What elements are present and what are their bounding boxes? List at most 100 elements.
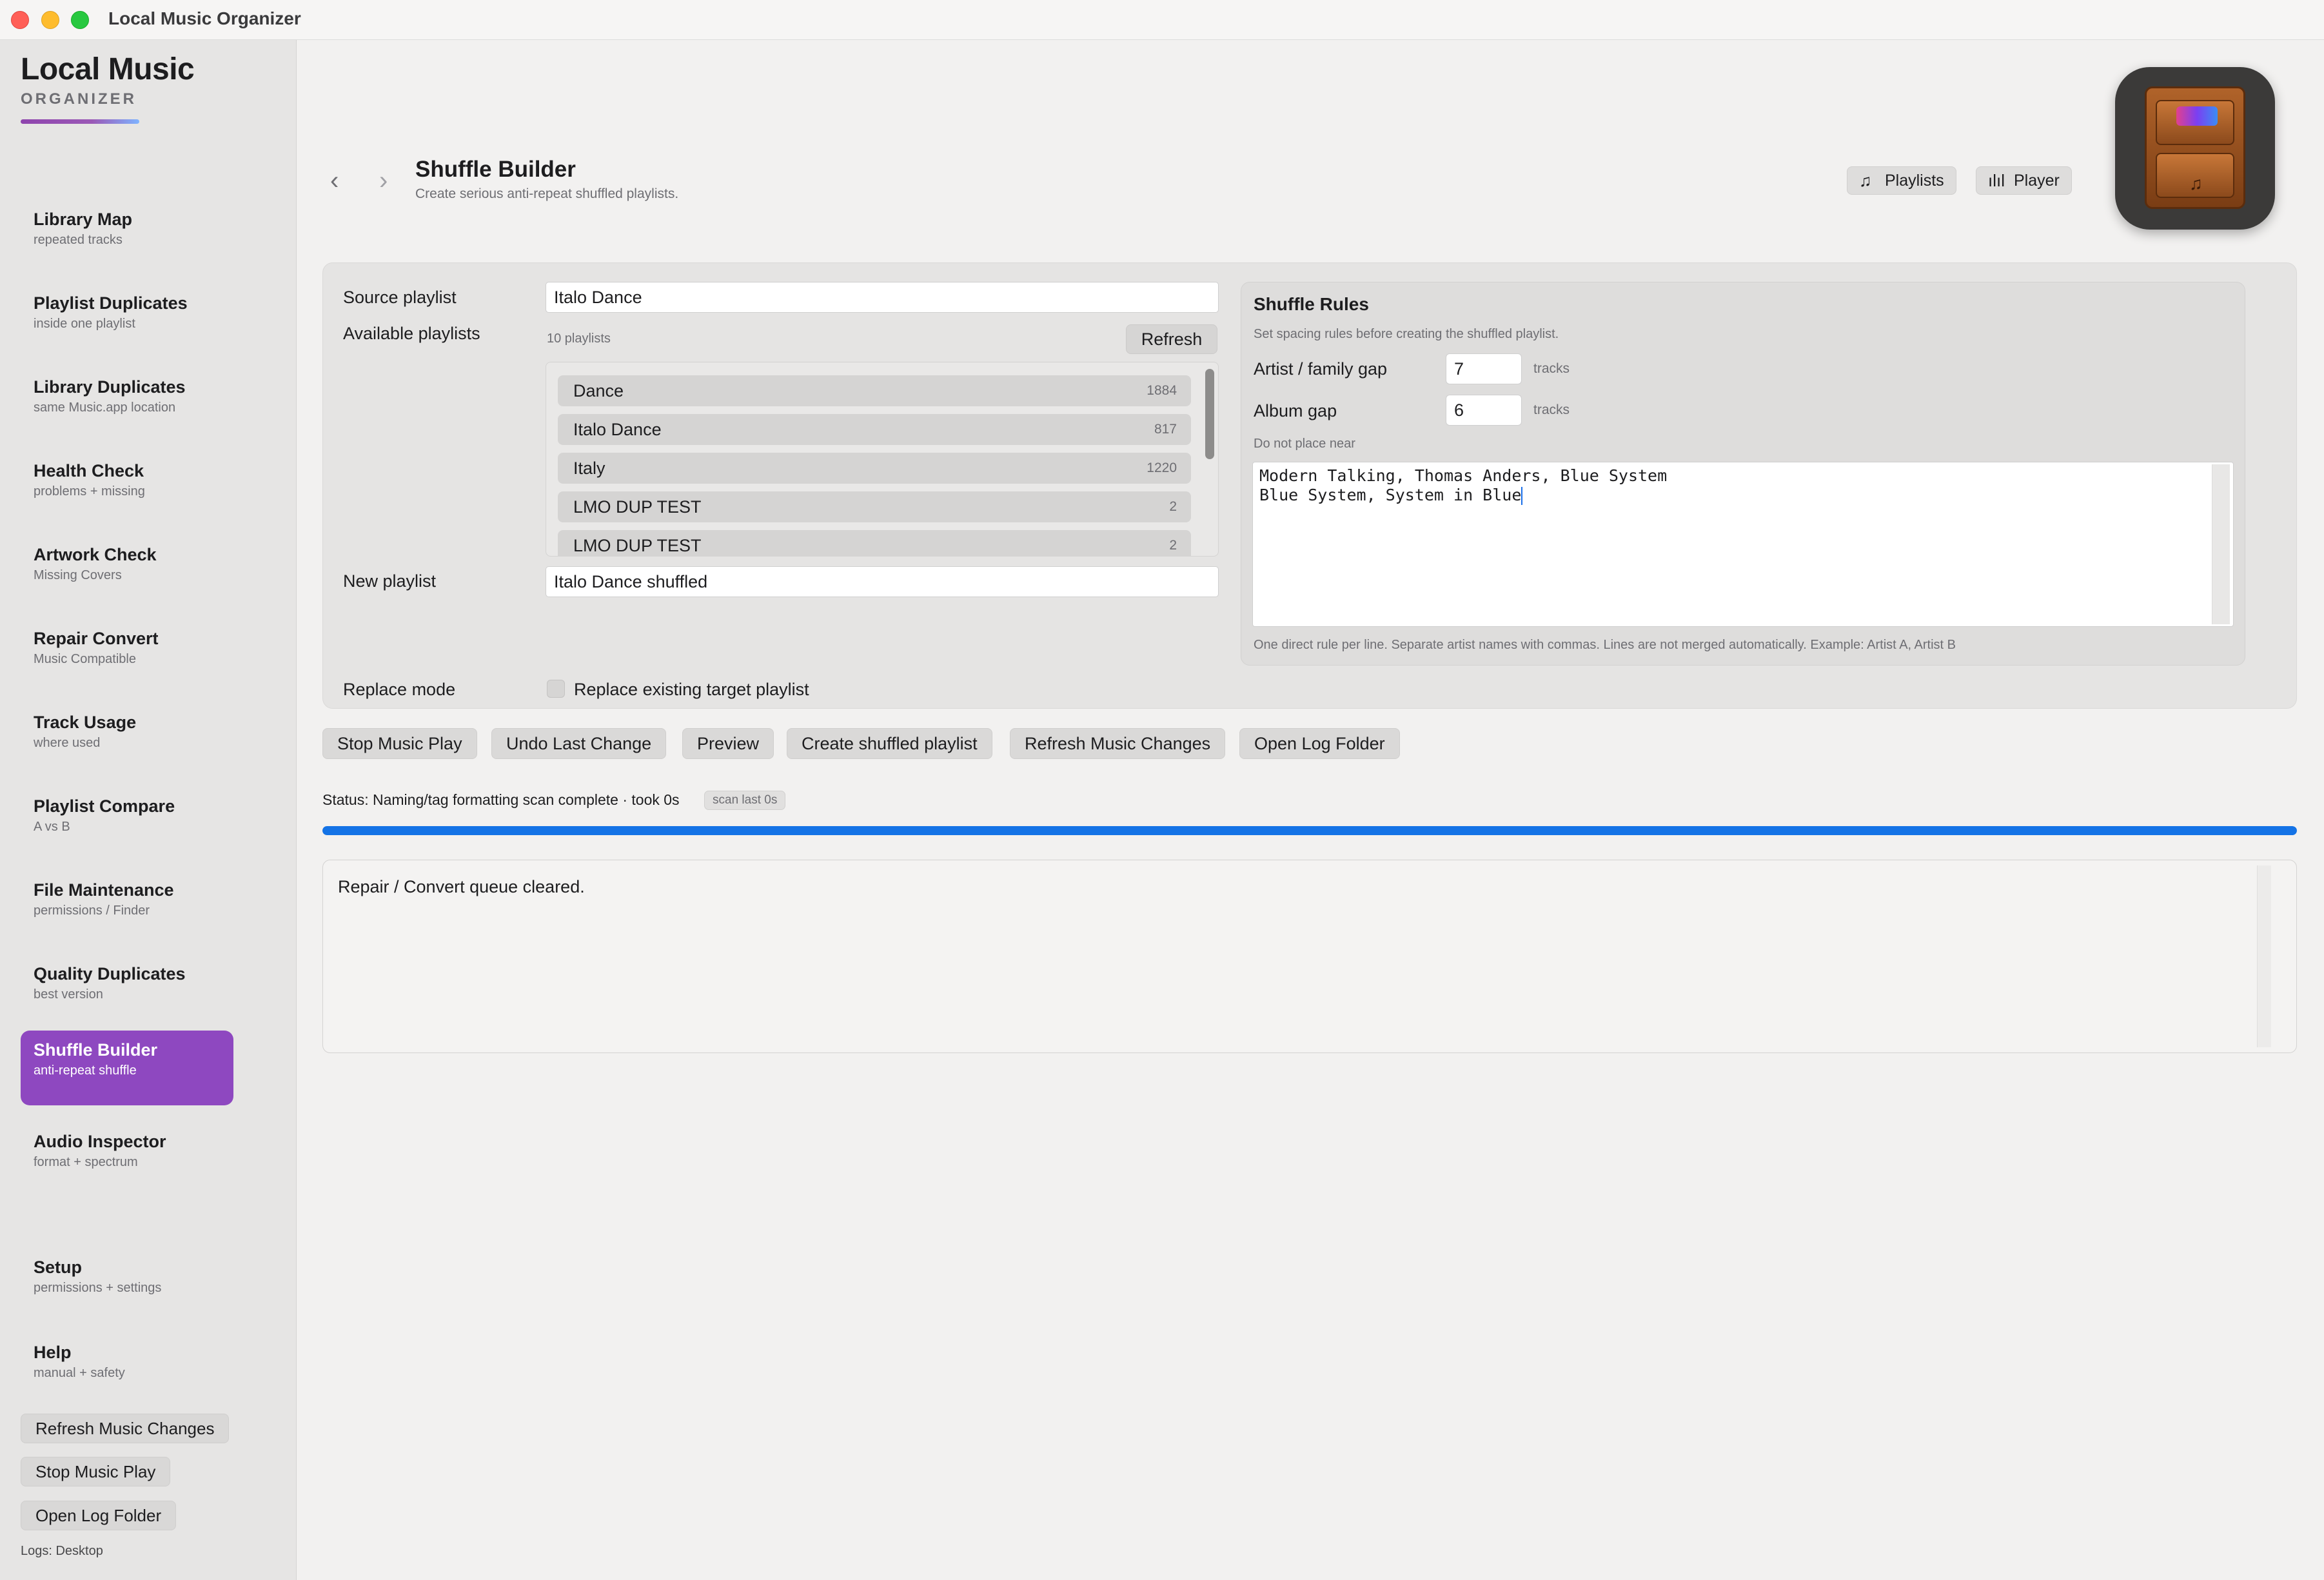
player-button[interactable]: ılıl Player [1976, 166, 2072, 195]
sidebar-item-file-maintenance[interactable]: File Maintenance permissions / Finder [21, 871, 233, 945]
new-playlist-field[interactable]: Italo Dance shuffled [546, 566, 1219, 597]
sidebar-item-sublabel: A vs B [34, 820, 70, 834]
sidebar-item-library-map[interactable]: Library Map repeated tracks [21, 200, 233, 275]
sidebar-item-label: Health Check [34, 461, 144, 480]
sidebar-item-sublabel: permissions / Finder [34, 904, 150, 918]
list-item[interactable]: Italo Dance 817 [558, 414, 1191, 445]
close-window-button[interactable] [11, 11, 29, 29]
open-log-folder-button[interactable]: Open Log Folder [1239, 728, 1400, 759]
sidebar-item-label: Playlist Compare [34, 796, 175, 816]
sidebar-item-label: Track Usage [34, 713, 137, 732]
sidebar-item-label: Library Map [34, 210, 133, 229]
waveform-icon: ılıl [1988, 171, 2005, 190]
status-text: Status: Naming/tag formatting scan compl… [322, 791, 680, 808]
artist-gap-unit: tracks [1533, 361, 1570, 376]
album-gap-unit: tracks [1533, 402, 1570, 417]
textarea-scrollbar[interactable] [2212, 464, 2230, 624]
sidebar-item-library-duplicates[interactable]: Library Duplicates same Music.app locati… [21, 368, 233, 442]
rules-text-content: Modern Talking, Thomas Anders, Blue Syst… [1259, 466, 1668, 504]
playlists-button[interactable]: ♫ Playlists [1847, 166, 1956, 195]
sidebar-item-shuffle-builder[interactable]: Shuffle Builder anti-repeat shuffle [21, 1031, 233, 1105]
chevron-left-icon[interactable]: ‹ [330, 166, 339, 195]
sidebar-item-playlist-duplicates[interactable]: Playlist Duplicates inside one playlist [21, 284, 233, 359]
chevron-right-icon[interactable]: › [379, 166, 388, 195]
playlist-name: Italo Dance [573, 420, 662, 439]
album-gap-field[interactable]: 6 [1446, 395, 1522, 426]
sidebar-item-setup[interactable]: Setup permissions + settings [21, 1248, 233, 1323]
sidebar-item-label: File Maintenance [34, 880, 174, 900]
log-scrollbar[interactable] [2257, 865, 2271, 1047]
list-scrollbar[interactable] [1205, 369, 1214, 459]
available-playlists-label: Available playlists [343, 324, 480, 343]
sidebar-item-sublabel: Music Compatible [34, 652, 136, 666]
list-item[interactable]: LMO DUP TEST 2 [558, 530, 1191, 556]
source-playlist-label: Source playlist [343, 288, 457, 307]
music-list-icon: ♫ [1859, 171, 1872, 190]
sidebar-item-label: Playlist Duplicates [34, 293, 188, 313]
sidebar-item-sublabel: anti-repeat shuffle [34, 1063, 137, 1078]
refresh-music-changes-button[interactable]: Refresh Music Changes [1010, 728, 1226, 759]
sidebar-item-sublabel: Missing Covers [34, 568, 122, 582]
do-not-place-near-textarea[interactable]: Modern Talking, Thomas Anders, Blue Syst… [1252, 462, 2234, 627]
log-output[interactable] [322, 860, 2297, 1053]
undo-last-change-button[interactable]: Undo Last Change [491, 728, 667, 759]
sidebar-item-playlist-compare[interactable]: Playlist Compare A vs B [21, 787, 233, 862]
window-title: Local Music Organizer [108, 8, 301, 28]
do-not-place-near-label: Do not place near [1254, 437, 1355, 451]
sidebar-item-quality-duplicates[interactable]: Quality Duplicates best version [21, 954, 233, 1029]
sidebar-item-sublabel: permissions + settings [34, 1281, 162, 1295]
artist-gap-field[interactable]: 7 [1446, 353, 1522, 384]
sidebar-item-label: Artwork Check [34, 545, 157, 564]
sidebar-item-sublabel: same Music.app location [34, 400, 176, 415]
preview-button[interactable]: Preview [682, 728, 774, 759]
list-item[interactable]: LMO DUP TEST 2 [558, 491, 1191, 522]
brand-subtitle: ORGANIZER [21, 90, 137, 108]
shuffle-rules-subtitle: Set spacing rules before creating the sh… [1254, 327, 1559, 341]
playlist-name: LMO DUP TEST [573, 536, 702, 555]
refresh-playlists-button[interactable]: Refresh [1126, 324, 1217, 354]
artist-gap-label: Artist / family gap [1254, 359, 1388, 379]
available-playlists-list[interactable]: Dance 1884 Italo Dance 817 Italy 1220 LM… [546, 362, 1219, 557]
title-bar: Local Music Organizer [0, 0, 2324, 40]
source-playlist-field[interactable]: Italo Dance [546, 282, 1219, 313]
zoom-window-button[interactable] [71, 11, 89, 29]
available-playlists-count: 10 playlists [547, 331, 611, 346]
sidebar-stop-music-button[interactable]: Stop Music Play [21, 1457, 171, 1486]
sidebar-item-track-usage[interactable]: Track Usage where used [21, 703, 233, 778]
sidebar-refresh-music-button[interactable]: Refresh Music Changes [21, 1414, 230, 1443]
new-playlist-label: New playlist [343, 571, 437, 591]
sidebar-item-audio-inspector[interactable]: Audio Inspector format + spectrum [21, 1122, 233, 1197]
brand-accent-bar [21, 119, 139, 124]
list-item[interactable]: Italy 1220 [558, 453, 1191, 484]
stop-music-play-button[interactable]: Stop Music Play [322, 728, 477, 759]
sidebar-item-label: Setup [34, 1258, 83, 1277]
sidebar-open-log-button[interactable]: Open Log Folder [21, 1501, 177, 1530]
sidebar-item-label: Library Duplicates [34, 377, 186, 397]
logs-location-label: Logs: Desktop [21, 1544, 103, 1558]
sidebar-item-sublabel: problems + missing [34, 484, 145, 499]
playlist-count: 2 [1169, 499, 1177, 514]
player-button-label: Player [2014, 172, 2060, 190]
replace-existing-checkbox[interactable] [547, 680, 565, 698]
progress-bar-fill [322, 826, 2297, 835]
list-item[interactable]: Dance 1884 [558, 375, 1191, 406]
brand-title: Local Music [21, 52, 195, 86]
sidebar-item-health-check[interactable]: Health Check problems + missing [21, 451, 233, 526]
sidebar-item-help[interactable]: Help manual + safety [21, 1333, 233, 1408]
replace-existing-label[interactable]: Replace existing target playlist [574, 680, 809, 700]
playlist-count: 817 [1154, 422, 1177, 437]
cabinet-drawer-icon: ♫ [2145, 86, 2245, 209]
replace-mode-label: Replace mode [343, 680, 456, 699]
album-gap-label: Album gap [1254, 401, 1337, 420]
create-shuffled-playlist-button[interactable]: Create shuffled playlist [787, 728, 992, 759]
playlist-name: Italy [573, 459, 606, 478]
sidebar-item-artwork-check[interactable]: Artwork Check Missing Covers [21, 535, 233, 610]
playlist-count: 1220 [1147, 460, 1177, 475]
minimize-window-button[interactable] [41, 11, 59, 29]
shuffle-rules-title: Shuffle Rules [1254, 294, 1369, 314]
playlist-name: LMO DUP TEST [573, 497, 702, 517]
sidebar-item-sublabel: manual + safety [34, 1366, 125, 1380]
sidebar-item-repair-convert[interactable]: Repair Convert Music Compatible [21, 619, 233, 694]
text-caret [1521, 487, 1523, 505]
app-icon: ♫ [2115, 67, 2275, 230]
